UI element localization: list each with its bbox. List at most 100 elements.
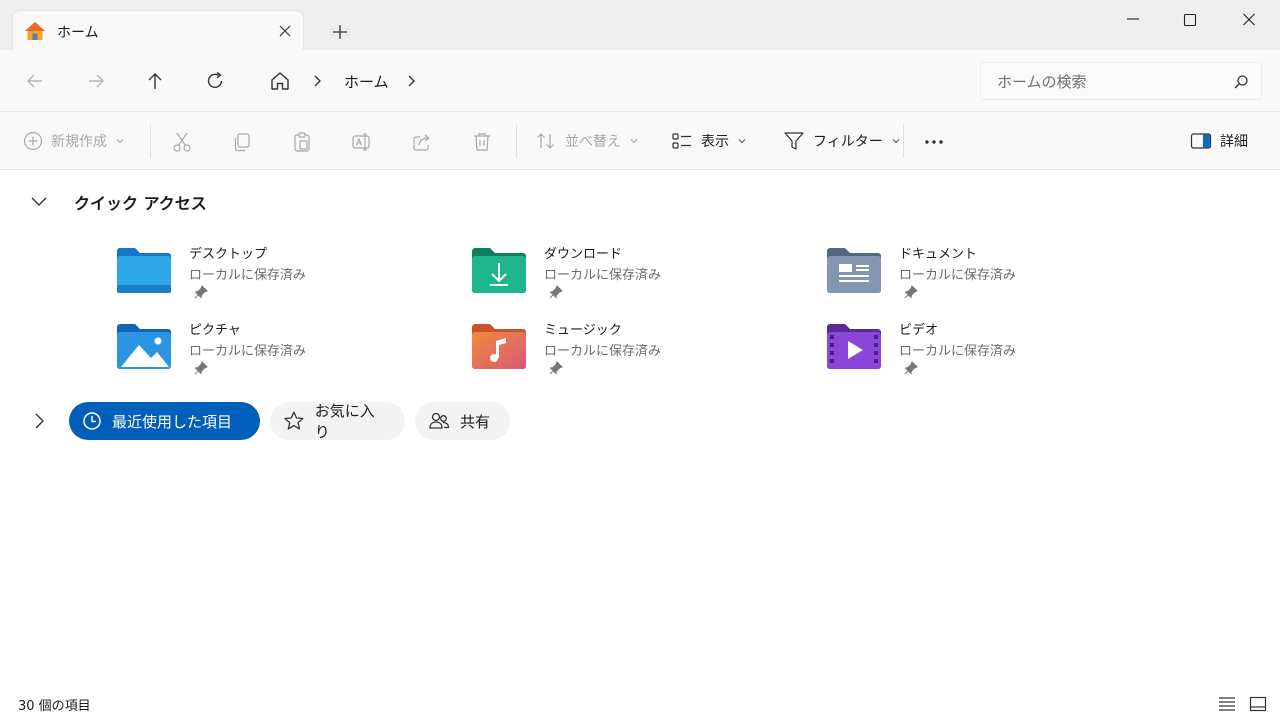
home-icon[interactable]: [268, 70, 292, 92]
separator: [903, 124, 904, 158]
back-arrow-icon[interactable]: [23, 69, 47, 93]
copy-icon[interactable]: [231, 131, 253, 153]
view-button[interactable]: 表示: [671, 126, 747, 156]
breadcrumb[interactable]: ホーム: [255, 62, 967, 100]
tab-home[interactable]: ホーム: [12, 10, 304, 50]
tab-recent[interactable]: 最近使用した項目: [69, 402, 260, 440]
command-bar: 新規作成 並べ替え 表示 フィルター 詳細: [0, 112, 1280, 170]
cut-icon[interactable]: [171, 131, 193, 153]
view-list-icon: [672, 133, 691, 149]
details-pane-icon: [1190, 133, 1212, 149]
content-pane: クイック アクセス デスクトップ ローカルに保存済み ダウンロード ローカルに保…: [0, 171, 1280, 681]
folder-name: ミュージック: [544, 323, 622, 338]
paste-icon[interactable]: [291, 131, 313, 153]
new-label: 新規作成: [51, 134, 107, 150]
tab-favorites[interactable]: お気に入り: [270, 402, 405, 441]
folder-name: ダウンロード: [544, 247, 623, 262]
view-label: 表示: [701, 134, 729, 150]
pin-icon: [194, 285, 208, 299]
tab-title: ホーム: [57, 25, 99, 41]
people-icon: [429, 412, 450, 429]
home-icon: [25, 22, 45, 40]
chevron-down-icon[interactable]: [30, 193, 48, 211]
music-folder-icon: [472, 324, 526, 369]
chevron-down-icon: [892, 139, 900, 144]
folder-status: ローカルに保存済み: [899, 268, 1017, 283]
documents-folder-icon: [827, 248, 881, 293]
sort-label: 並べ替え: [565, 134, 621, 150]
breadcrumb-location[interactable]: ホーム: [344, 71, 389, 92]
more-icon[interactable]: [923, 131, 945, 153]
details-button[interactable]: 詳細: [1190, 126, 1248, 156]
pin-icon: [904, 361, 918, 375]
search-input[interactable]: [997, 71, 1217, 93]
search-icon[interactable]: [1233, 74, 1249, 90]
pictures-folder-icon: [117, 324, 171, 369]
folder-documents[interactable]: ドキュメント ローカルに保存済み: [827, 243, 1147, 313]
minimize-icon[interactable]: [1116, 6, 1150, 34]
forward-arrow-icon[interactable]: [84, 69, 108, 93]
delete-icon[interactable]: [471, 131, 493, 153]
file-explorer-window: ホーム ホーム ホームの検索 新規作成 並べ替え 表示 フィルター 詳細 クイッ…: [0, 0, 1280, 720]
folder-status: ローカルに保存済み: [544, 268, 662, 283]
rename-icon[interactable]: [351, 131, 373, 153]
separator: [516, 124, 517, 158]
filter-icon: [784, 132, 804, 150]
close-window-icon[interactable]: [1232, 6, 1266, 34]
tab-shared-label: 共有: [460, 412, 491, 431]
folder-desktop[interactable]: デスクトップ ローカルに保存済み: [117, 243, 437, 313]
star-icon: [284, 411, 304, 430]
chevron-down-icon: [116, 139, 124, 144]
chevron-right-icon[interactable]: [30, 412, 48, 430]
sort-button[interactable]: 並べ替え: [535, 126, 639, 156]
tiles-view-icon[interactable]: [1249, 696, 1267, 712]
details-view-icon[interactable]: [1218, 696, 1236, 712]
chevron-down-icon: [630, 139, 638, 144]
folder-status: ローカルに保存済み: [899, 344, 1017, 359]
chevron-down-icon: [738, 139, 746, 144]
folder-music[interactable]: ミュージック ローカルに保存済み: [472, 319, 792, 389]
details-label: 詳細: [1220, 134, 1248, 150]
new-button[interactable]: 新規作成: [23, 126, 125, 156]
pin-icon: [549, 285, 563, 299]
quick-access-title[interactable]: クイック アクセス: [74, 190, 207, 214]
folder-videos[interactable]: ビデオ ローカルに保存済み: [827, 319, 1147, 389]
status-bar: 30 個の項目: [0, 688, 1280, 720]
pin-icon: [904, 285, 918, 299]
up-arrow-icon[interactable]: [143, 69, 167, 93]
maximize-icon[interactable]: [1173, 6, 1207, 34]
share-icon[interactable]: [411, 131, 433, 153]
pin-icon: [549, 361, 563, 375]
download-folder-icon: [472, 248, 526, 293]
folder-name: ドキュメント: [899, 247, 978, 262]
videos-folder-icon: [827, 324, 881, 369]
sort-icon: [537, 133, 554, 149]
add-circle-icon: [23, 131, 43, 151]
folder-name: デスクトップ: [189, 247, 268, 262]
desktop-folder-icon: [117, 248, 171, 293]
filter-button[interactable]: フィルター: [783, 126, 901, 156]
folder-name: ピクチャ: [189, 323, 241, 338]
folder-status: ローカルに保存済み: [544, 344, 662, 359]
folder-name: ビデオ: [899, 323, 939, 338]
folder-status: ローカルに保存済み: [189, 268, 307, 283]
close-icon[interactable]: [275, 21, 295, 41]
refresh-icon[interactable]: [203, 69, 227, 93]
filter-label: フィルター: [813, 134, 883, 150]
chevron-right-icon[interactable]: [310, 73, 324, 89]
folder-pictures[interactable]: ピクチャ ローカルに保存済み: [117, 319, 437, 389]
address-bar: ホーム: [0, 50, 1280, 112]
title-bar: ホーム: [0, 0, 1280, 50]
tab-shared[interactable]: 共有: [415, 402, 510, 440]
tab-recent-label: 最近使用した項目: [112, 412, 233, 431]
tab-favorites-label: お気に入り: [314, 402, 375, 441]
separator: [150, 124, 151, 158]
item-count: 30 個の項目: [18, 699, 91, 714]
folder-downloads[interactable]: ダウンロード ローカルに保存済み: [472, 243, 792, 313]
search-box[interactable]: [980, 62, 1262, 100]
plus-icon[interactable]: [328, 20, 352, 44]
chevron-right-icon[interactable]: [404, 73, 418, 89]
pin-icon: [194, 361, 208, 375]
clock-icon: [83, 412, 101, 430]
folder-status: ローカルに保存済み: [189, 344, 307, 359]
